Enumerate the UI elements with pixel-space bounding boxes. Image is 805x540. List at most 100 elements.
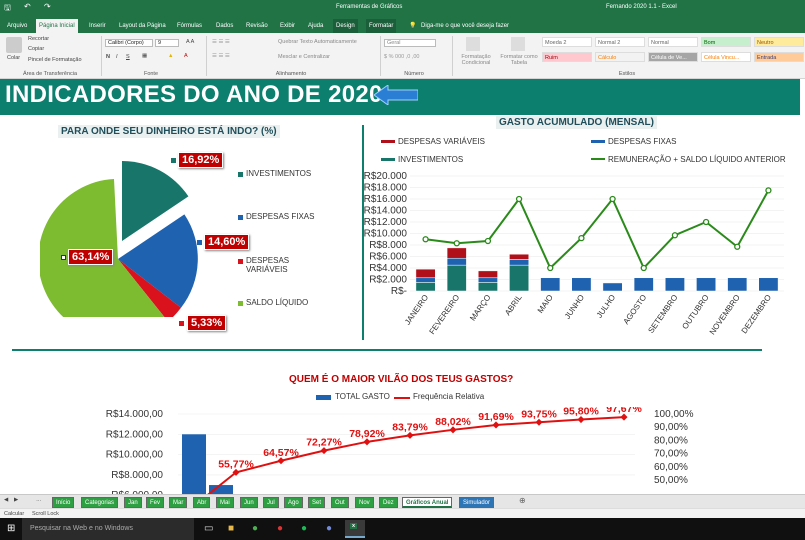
borders-icon[interactable]: ▦: [142, 53, 147, 59]
taskbar-search-box[interactable]: Pesquisar na Web e no Windows: [22, 518, 194, 540]
bar-segment[interactable]: [446, 247, 467, 259]
monthly-chart[interactable]: R$20.000R$18.000R$16.000R$14.000R$12.000…: [364, 169, 800, 349]
sheet-tab-mar[interactable]: Mar: [169, 497, 188, 508]
paste-button[interactable]: Colar: [7, 55, 20, 61]
format-painter-button[interactable]: Pincel de Formatação: [28, 57, 82, 63]
underline-icon[interactable]: S: [126, 54, 130, 60]
sheet-tab-fev[interactable]: Fev: [146, 497, 165, 508]
pie-chart[interactable]: [40, 157, 200, 317]
bar-segment[interactable]: [415, 277, 436, 283]
align-left-icon[interactable]: ☰ ☰ ☰: [212, 53, 230, 59]
bar-segment[interactable]: [696, 277, 716, 292]
conditional-format-button[interactable]: Formatação Condicional: [458, 54, 494, 66]
bar-segment[interactable]: [478, 270, 498, 279]
next-sheet-icon[interactable]: ▶: [14, 497, 18, 503]
style-calculo[interactable]: Cálculo: [595, 52, 645, 62]
font-name-select[interactable]: Calibri (Corpo): [105, 39, 153, 47]
add-sheet-icon[interactable]: ⊕: [519, 496, 526, 505]
sheet-tab-out[interactable]: Out: [331, 497, 349, 508]
sheet-tab-inicio[interactable]: Início: [52, 497, 75, 508]
task-view-icon[interactable]: ▭: [204, 523, 213, 534]
format-table-button[interactable]: Formatar como Tabela: [499, 54, 539, 66]
wrap-text-button[interactable]: Quebrar Texto Automaticamente: [278, 39, 357, 45]
bold-icon[interactable]: N: [106, 54, 110, 60]
sheet-tab-jun[interactable]: Jun: [240, 497, 258, 508]
font-size-select[interactable]: 9: [155, 39, 179, 47]
style-neutro[interactable]: Neutro: [754, 37, 804, 47]
excel-taskbar-button[interactable]: x: [345, 520, 365, 538]
cut-button[interactable]: Recortar: [28, 36, 49, 42]
bar-segment[interactable]: [633, 277, 654, 292]
style-normal2[interactable]: Normal 2: [595, 37, 645, 47]
style-bom[interactable]: Bom: [701, 37, 751, 47]
bar-segment[interactable]: [540, 277, 561, 292]
bar-segment[interactable]: [758, 277, 779, 292]
redo-icon[interactable]: ↷: [44, 2, 51, 11]
sheet-tab-jul[interactable]: Jul: [263, 497, 279, 508]
sheet-tab-simulador[interactable]: Simulador: [459, 497, 495, 508]
save-icon[interactable]: 🖫: [4, 2, 11, 16]
prev-sheet-icon[interactable]: ◀: [4, 497, 8, 503]
tab-design[interactable]: Design: [333, 19, 358, 33]
fill-color-icon[interactable]: ▲: [168, 53, 173, 59]
currency-icon[interactable]: $ % 000 ,0 ,00: [384, 54, 419, 60]
style-ruim[interactable]: Ruim: [542, 52, 592, 62]
undo-icon[interactable]: ↶: [24, 2, 31, 11]
merge-center-button[interactable]: Mesclar e Centralizar: [278, 54, 330, 60]
align-top-icon[interactable]: ☰ ☰ ☰: [212, 39, 230, 45]
sheet-tab-categorias[interactable]: Categorias: [81, 497, 119, 508]
spotify-icon[interactable]: ●: [301, 523, 307, 534]
sheet-tab-graficos-anual[interactable]: Gráficos Anual: [402, 497, 453, 508]
sheet-tab-dez[interactable]: Dez: [379, 497, 398, 508]
pareto-chart[interactable]: R$14.000,00 R$12.000,00 R$10.000,00 R$8.000…: [100, 407, 700, 494]
chrome-icon[interactable]: ●: [252, 523, 258, 534]
conditional-format-icon[interactable]: [466, 37, 480, 51]
style-normal[interactable]: Normal: [648, 37, 698, 47]
bar-segment[interactable]: [478, 277, 498, 283]
italic-icon[interactable]: I: [116, 54, 118, 60]
windows-start-icon[interactable]: ⊞: [7, 523, 15, 534]
style-celula-vinculada[interactable]: Célula Vincu...: [701, 52, 751, 62]
app-icon[interactable]: ●: [277, 523, 283, 534]
sheet-tab-mai[interactable]: Mai: [216, 497, 234, 508]
more-sheets-icon[interactable]: …: [36, 497, 42, 503]
tab-layout[interactable]: Layout da Página: [116, 19, 169, 33]
bar-segment[interactable]: [602, 282, 623, 292]
tab-arquivo[interactable]: Arquivo: [4, 19, 30, 33]
bar-segment[interactable]: [446, 257, 467, 266]
tab-inserir[interactable]: Inserir: [86, 19, 109, 33]
pareto-bar[interactable]: [209, 485, 233, 494]
format-table-icon[interactable]: [511, 37, 525, 51]
bar-segment[interactable]: [509, 259, 529, 266]
tab-formatar[interactable]: Formatar: [366, 19, 397, 33]
bar-segment[interactable]: [509, 264, 529, 292]
bar-segment[interactable]: [446, 264, 467, 292]
bar-segment[interactable]: [571, 277, 592, 292]
pareto-bar[interactable]: [182, 434, 206, 494]
bar-segment[interactable]: [509, 253, 529, 260]
grow-font-icon[interactable]: A A: [186, 39, 194, 45]
tab-ajuda[interactable]: Ajuda: [305, 19, 326, 33]
bar-segment[interactable]: [665, 277, 685, 292]
tab-dados[interactable]: Dados: [213, 19, 236, 33]
bar-segment[interactable]: [415, 268, 436, 279]
sheet-tab-nov[interactable]: Nov: [355, 497, 374, 508]
bar-segment[interactable]: [415, 282, 436, 292]
worksheet[interactable]: INDICADORES DO ANO DE 2020 PARA ONDE SEU…: [0, 79, 805, 494]
tab-formulas[interactable]: Fórmulas: [174, 19, 205, 33]
bar-segment[interactable]: [727, 277, 748, 292]
bar-segment[interactable]: [478, 282, 498, 292]
sheet-tab-ago[interactable]: Ago: [284, 497, 303, 508]
tab-revisao[interactable]: Revisão: [243, 19, 271, 33]
tab-pagina-inicial[interactable]: Página Inicial: [36, 19, 78, 33]
number-format-select[interactable]: Geral: [384, 39, 436, 47]
discord-icon[interactable]: ●: [326, 523, 332, 534]
style-moeda2[interactable]: Moeda 2: [542, 37, 592, 47]
file-explorer-icon[interactable]: ■: [228, 523, 234, 534]
sheet-tab-set[interactable]: Set: [308, 497, 326, 508]
tell-me-box[interactable]: Diga-me o que você deseja fazer: [418, 19, 512, 33]
paste-icon[interactable]: [6, 37, 22, 53]
style-celula-verificacao[interactable]: Célula de Ve...: [648, 52, 698, 62]
font-color-icon[interactable]: A: [184, 53, 188, 59]
sheet-tab-jan[interactable]: Jan: [124, 497, 142, 508]
